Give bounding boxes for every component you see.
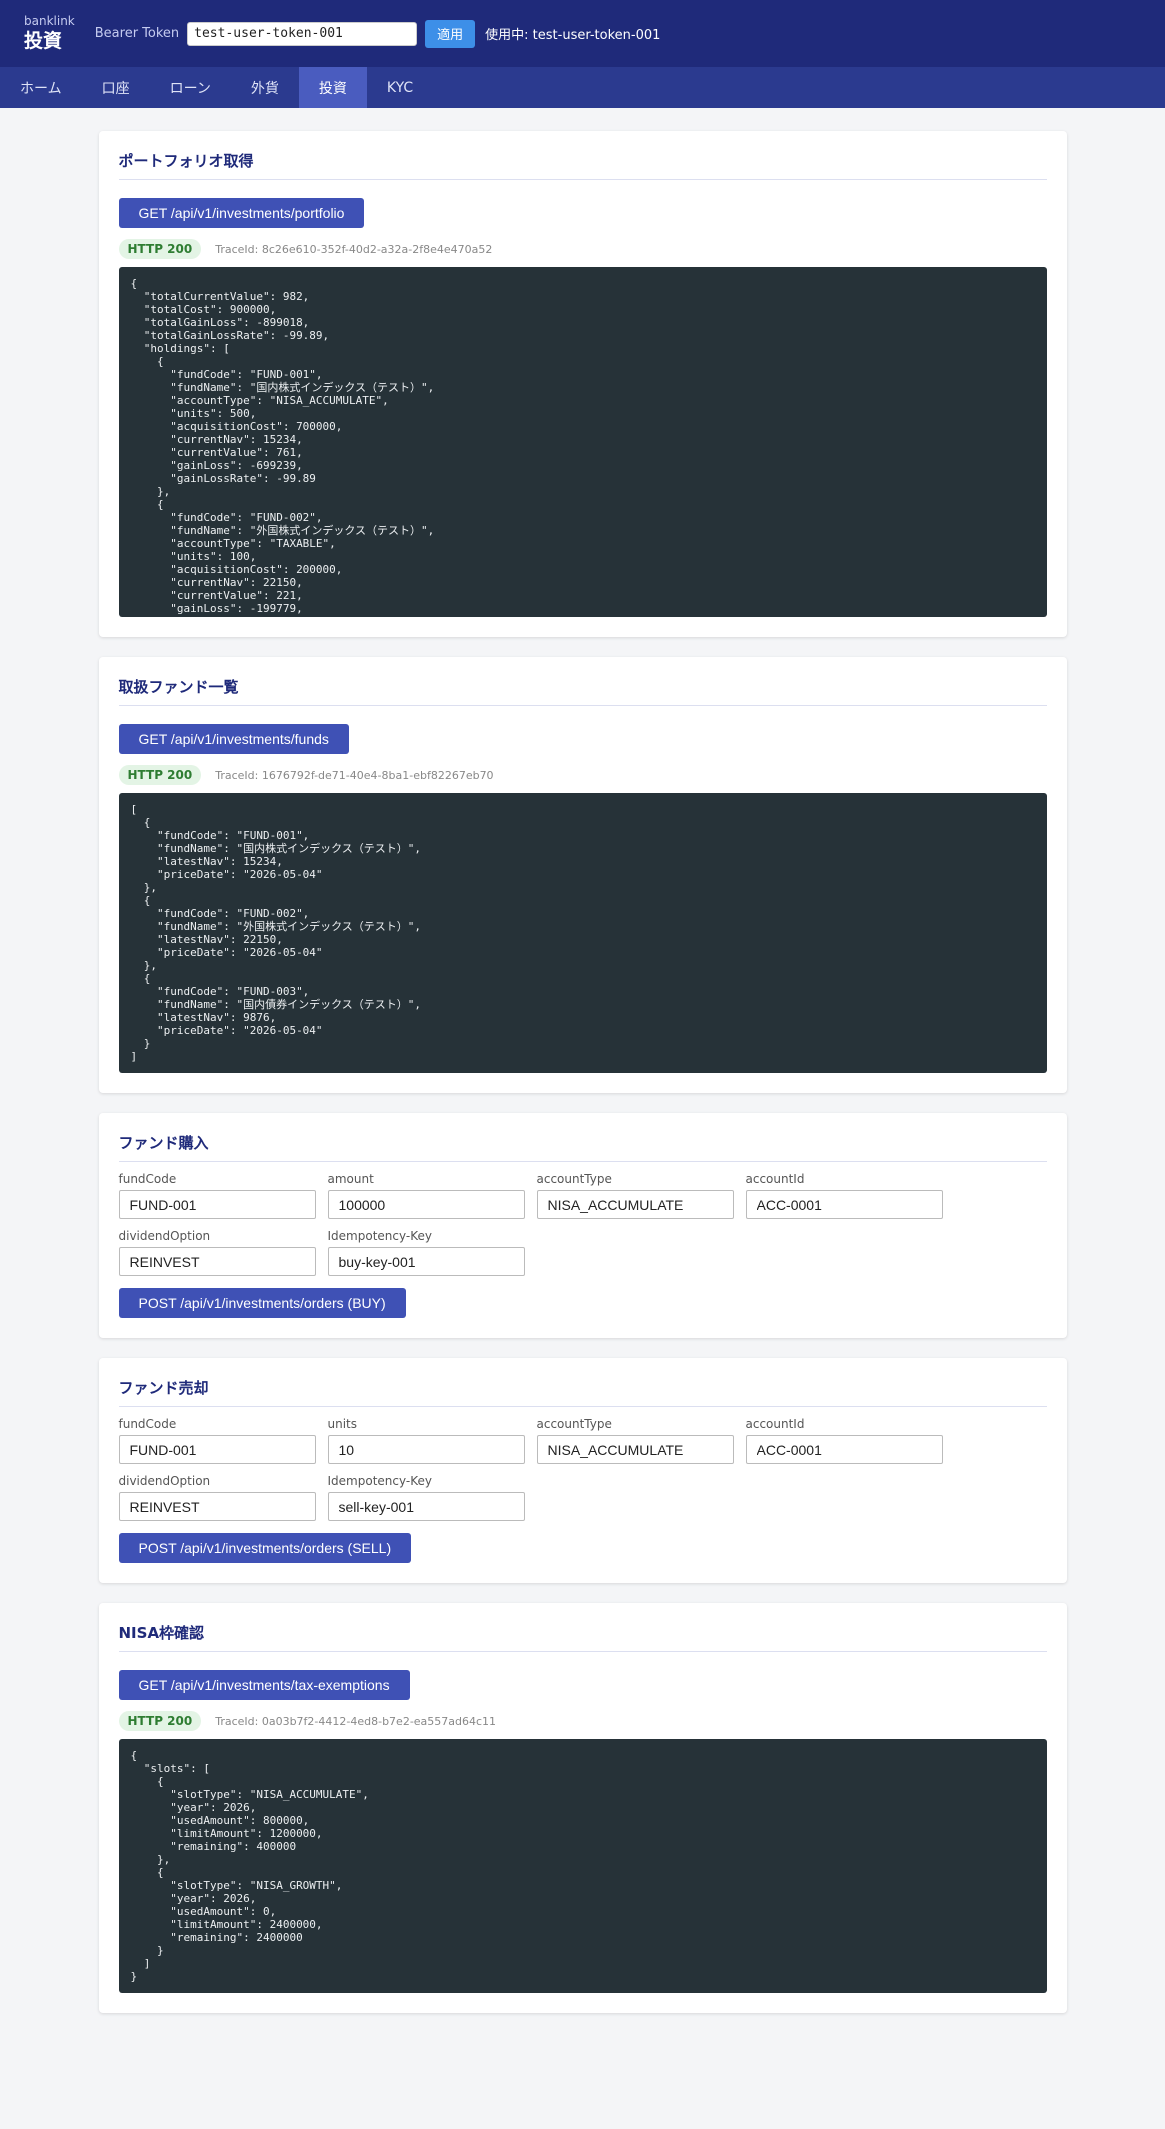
form-field: fundCode [118,1417,316,1464]
field-label: accountId [745,1172,805,1186]
trace-id: TraceId: 1676792f-de71-40e4-8ba1-ebf8226… [215,768,494,782]
http-status-badge: HTTP 200 [118,765,202,785]
form-field: units [327,1417,525,1464]
field-label: units [327,1417,358,1431]
sell-form: fundCode units accountType accountId div… [118,1417,1047,1531]
get-portfolio-button[interactable]: GET /api/v1/investments/portfolio [118,198,365,228]
response-json[interactable]: { "slots": [ { "slotType": "NISA_ACCUMUL… [118,1739,1047,1993]
response-status-row: HTTP 200 TraceId: 0a03b7f2-4412-4ed8-b7e… [118,1711,1047,1731]
nav-item-kyc[interactable]: KYC [367,67,433,108]
nav-item-loans[interactable]: ローン [150,67,231,108]
nav-item-fx[interactable]: 外貨 [231,67,299,108]
field-label: dividendOption [118,1229,211,1243]
field-label: accountId [745,1417,805,1431]
account-type-input[interactable] [536,1190,734,1219]
form-field: dividendOption [118,1474,316,1521]
field-label: accountType [536,1417,612,1431]
idempotency-key-input[interactable] [327,1492,525,1521]
get-funds-button[interactable]: GET /api/v1/investments/funds [118,724,349,754]
form-field: amount [327,1172,525,1219]
account-id-input[interactable] [745,1190,943,1219]
bearer-token-input[interactable] [187,21,418,46]
brand-name: banklink [24,13,75,28]
page-title: 投資 [24,29,63,52]
main-nav: ホーム 口座 ローン 外貨 投資 KYC [0,67,1165,108]
fund-code-input[interactable] [118,1190,316,1219]
get-tax-exemptions-button[interactable]: GET /api/v1/investments/tax-exemptions [118,1670,410,1700]
field-label: fundCode [118,1172,177,1186]
nav-item-label: ローン [169,80,211,97]
token-label: Bearer Token [94,26,180,41]
account-type-input[interactable] [536,1435,734,1464]
section-title: NISA枠確認 [118,1623,1047,1652]
http-status-badge: HTTP 200 [118,1711,202,1731]
section-title: 取扱ファンド一覧 [118,677,1047,706]
dividend-option-input[interactable] [118,1492,316,1521]
section-title: ファンド売却 [118,1378,1047,1407]
post-buy-order-button[interactable]: POST /api/v1/investments/orders (BUY) [118,1288,406,1318]
sell-card: ファンド売却 fundCode units accountType accoun… [98,1358,1067,1583]
nav-item-label: 投資 [318,80,347,97]
trace-id: TraceId: 8c26e610-352f-40d2-a32a-2f8e4e4… [215,242,493,256]
nav-item-accounts[interactable]: 口座 [82,67,150,108]
form-field: Idempotency-Key [327,1229,525,1276]
field-label: amount [327,1172,374,1186]
amount-input[interactable] [327,1190,525,1219]
response-status-row: HTTP 200 TraceId: 1676792f-de71-40e4-8ba… [118,765,1047,785]
funds-card: 取扱ファンド一覧 GET /api/v1/investments/funds H… [98,657,1067,1093]
buy-form: fundCode amount accountType accountId di… [118,1172,1047,1286]
nav-item-label: 口座 [101,80,130,97]
form-field: dividendOption [118,1229,316,1276]
field-label: fundCode [118,1417,177,1431]
units-input[interactable] [327,1435,525,1464]
field-label: dividendOption [118,1474,211,1488]
brand: banklink 投資 [24,14,75,54]
token-status-text: 使用中: test-user-token-001 [485,28,661,43]
field-label: Idempotency-Key [327,1229,432,1243]
section-title: ポートフォリオ取得 [118,151,1047,180]
response-json[interactable]: { "totalCurrentValue": 982, "totalCost":… [118,267,1047,617]
post-sell-order-button[interactable]: POST /api/v1/investments/orders (SELL) [118,1533,412,1563]
section-title: ファンド購入 [118,1133,1047,1162]
top-header: banklink 投資 Bearer Token 適用 使用中: test-us… [0,0,1165,67]
field-label: accountType [536,1172,612,1186]
buy-card: ファンド購入 fundCode amount accountType accou… [98,1113,1067,1338]
apply-token-button[interactable]: 適用 [425,19,476,48]
nav-item-home[interactable]: ホーム [0,67,82,108]
http-status-badge: HTTP 200 [118,239,202,259]
form-field: Idempotency-Key [327,1474,525,1521]
form-field: accountType [536,1172,734,1219]
trace-id: TraceId: 0a03b7f2-4412-4ed8-b7e2-ea557ad… [215,1714,497,1728]
main-content: ポートフォリオ取得 GET /api/v1/investments/portfo… [98,108,1067,2013]
nav-item-label: KYC [386,79,414,96]
form-field: accountId [745,1417,943,1464]
form-field: accountType [536,1417,734,1464]
field-label: Idempotency-Key [327,1474,432,1488]
dividend-option-input[interactable] [118,1247,316,1276]
nav-item-label: 外貨 [250,80,279,97]
nav-item-investments[interactable]: 投資 [298,67,367,108]
response-json[interactable]: [ { "fundCode": "FUND-001", "fundName": … [118,793,1047,1073]
nisa-card: NISA枠確認 GET /api/v1/investments/tax-exem… [98,1603,1067,2013]
response-status-row: HTTP 200 TraceId: 8c26e610-352f-40d2-a32… [118,239,1047,259]
form-field: accountId [745,1172,943,1219]
portfolio-card: ポートフォリオ取得 GET /api/v1/investments/portfo… [98,131,1067,637]
account-id-input[interactable] [745,1435,943,1464]
fund-code-input[interactable] [118,1435,316,1464]
nav-item-label: ホーム [20,80,62,97]
form-field: fundCode [118,1172,316,1219]
idempotency-key-input[interactable] [327,1247,525,1276]
